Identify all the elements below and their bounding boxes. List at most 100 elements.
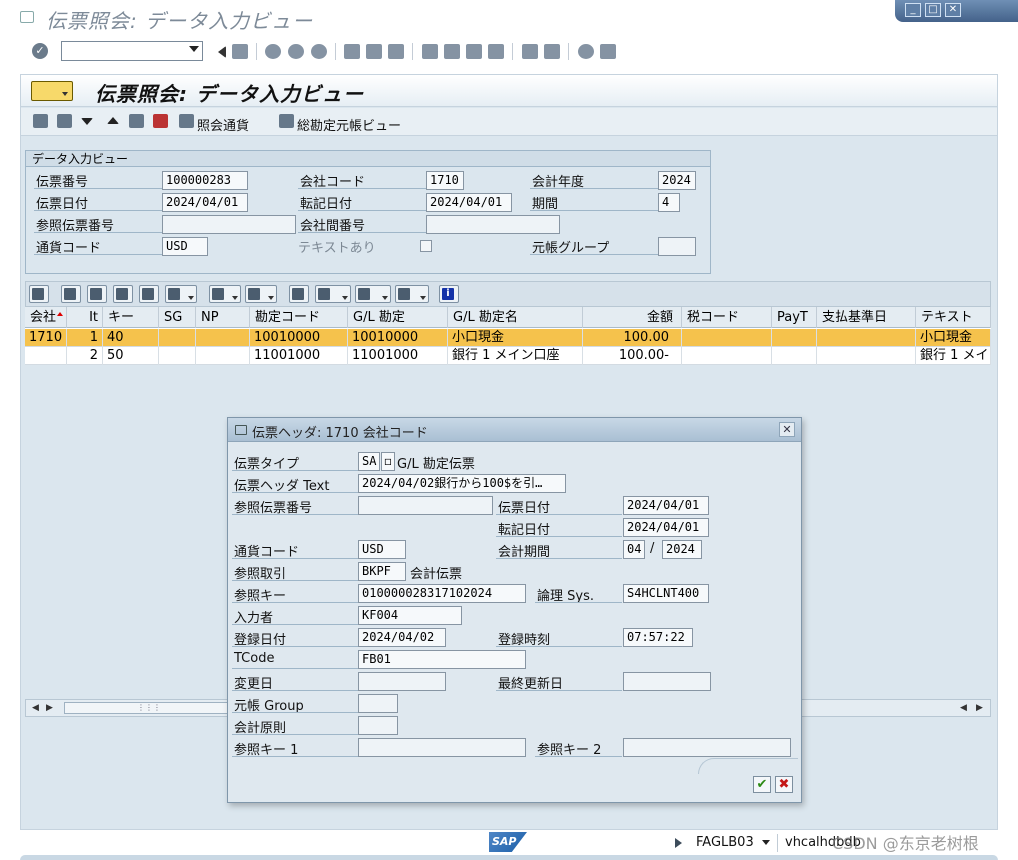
- np-cell[interactable]: [196, 329, 250, 347]
- gl-name-cell[interactable]: 小口現金: [448, 329, 583, 347]
- find-next-icon[interactable]: [139, 285, 159, 303]
- column-header[interactable]: 金額: [583, 307, 682, 328]
- find-icon[interactable]: [113, 285, 133, 303]
- window-menu-icon[interactable]: [20, 11, 34, 23]
- scroll-right-icon[interactable]: ▶: [46, 703, 53, 713]
- details-icon[interactable]: [29, 285, 49, 303]
- tax-code-cell[interactable]: [682, 329, 772, 347]
- base-date-cell[interactable]: [817, 329, 916, 347]
- period-field[interactable]: 4: [658, 193, 680, 212]
- column-header[interactable]: SG: [159, 307, 196, 328]
- back-arrow-icon[interactable]: [212, 46, 226, 58]
- chevron-down-icon[interactable]: [189, 46, 199, 52]
- print-preview-icon[interactable]: [289, 285, 309, 303]
- table-row[interactable]: 1710 1 40 10010000 10010000 小口現金 100.00 …: [25, 329, 991, 347]
- column-header[interactable]: 勘定コード: [250, 307, 348, 328]
- currency-field[interactable]: USD: [162, 237, 208, 256]
- ref-key-2-field[interactable]: [623, 738, 791, 757]
- sort-descending-icon[interactable]: [87, 285, 107, 303]
- subtotal-icon[interactable]: [245, 285, 277, 303]
- previous-item-icon[interactable]: [107, 117, 119, 124]
- tax-code-cell[interactable]: [682, 347, 772, 365]
- text-cell[interactable]: 銀行 1 メイン: [916, 347, 991, 365]
- scroll-left-icon[interactable]: ◀: [960, 703, 967, 713]
- help-icon[interactable]: [578, 44, 594, 59]
- entry-time-field[interactable]: 07:57:22: [623, 628, 693, 647]
- posting-key-cell[interactable]: 40: [103, 329, 159, 347]
- minimize-icon[interactable]: _: [905, 3, 921, 17]
- ref-doc-field[interactable]: [162, 215, 296, 234]
- ref-key-field[interactable]: 010000028317102024: [358, 584, 526, 603]
- cancel-icon[interactable]: [311, 44, 327, 59]
- period-field[interactable]: 04: [623, 540, 645, 559]
- ref-key-1-field[interactable]: [358, 738, 526, 757]
- close-icon[interactable]: ✕: [779, 422, 795, 437]
- cancel-button[interactable]: ✖: [775, 776, 793, 793]
- accounting-principle-field[interactable]: [358, 716, 398, 735]
- scrollbar-thumb[interactable]: ⋮⋮⋮: [64, 702, 234, 714]
- column-header[interactable]: NP: [196, 307, 250, 328]
- next-item-icon[interactable]: [81, 118, 93, 125]
- chevron-down-icon[interactable]: [762, 840, 770, 845]
- payt-cell[interactable]: [772, 347, 817, 365]
- column-header[interactable]: 支払基準日: [817, 307, 916, 328]
- general-ledger-view-button[interactable]: 総勘定元帳ビュー: [297, 115, 401, 134]
- column-header[interactable]: キー: [103, 307, 159, 328]
- ledger-group-field[interactable]: [358, 694, 398, 713]
- confirm-button[interactable]: ✔: [753, 776, 771, 793]
- tcode-field[interactable]: FB01: [358, 650, 526, 669]
- column-header[interactable]: PayT: [772, 307, 817, 328]
- new-session-icon[interactable]: [522, 44, 538, 59]
- scroll-right-icon[interactable]: ▶: [976, 703, 983, 713]
- amount-cell[interactable]: 100.00-: [583, 347, 682, 365]
- enter-icon[interactable]: ✓: [32, 43, 48, 59]
- changed-on-field[interactable]: [358, 672, 446, 691]
- account-cell[interactable]: 11001000: [250, 347, 348, 365]
- column-header[interactable]: G/L 勘定名: [448, 307, 583, 328]
- sg-cell[interactable]: [159, 329, 196, 347]
- search-help-icon[interactable]: ◻: [381, 452, 395, 471]
- export-icon[interactable]: [355, 285, 391, 303]
- command-field[interactable]: [61, 41, 203, 61]
- next-page-icon[interactable]: [466, 44, 482, 59]
- column-header[interactable]: テキスト: [916, 307, 991, 328]
- display-currency-button[interactable]: 照会通貨: [197, 115, 249, 134]
- general-ledger-icon[interactable]: [279, 114, 294, 128]
- gl-name-cell[interactable]: 銀行 1 メイン口座: [448, 347, 583, 365]
- menu-button[interactable]: [31, 81, 73, 101]
- posting-date-field[interactable]: 2024/04/01: [426, 193, 512, 212]
- item-cell[interactable]: 1: [67, 329, 103, 347]
- header-text-field[interactable]: 2024/04/02銀行から100$を引…: [358, 474, 566, 493]
- np-cell[interactable]: [196, 347, 250, 365]
- close-icon[interactable]: ✕: [945, 3, 961, 17]
- fiscal-year-field[interactable]: 2024: [658, 171, 696, 190]
- doc-number-field[interactable]: 100000283: [162, 171, 248, 190]
- table-row[interactable]: 2 50 11001000 11001000 銀行 1 メイン口座 100.00…: [25, 347, 991, 365]
- sg-cell[interactable]: [159, 347, 196, 365]
- filter-icon[interactable]: [165, 285, 197, 303]
- column-header[interactable]: 税コード: [682, 307, 772, 328]
- maximize-icon[interactable]: □: [925, 3, 941, 17]
- views-icon[interactable]: [315, 285, 351, 303]
- last-page-icon[interactable]: [488, 44, 504, 59]
- doc-date-field[interactable]: 2024/04/01: [162, 193, 248, 212]
- posting-date-field[interactable]: 2024/04/01: [623, 518, 709, 537]
- ref-transaction-field[interactable]: BKPF: [358, 562, 406, 581]
- doc-date-field[interactable]: 2024/04/01: [623, 496, 709, 515]
- base-date-cell[interactable]: [817, 347, 916, 365]
- company-cell[interactable]: 1710: [25, 329, 67, 347]
- intercompany-field[interactable]: [426, 215, 560, 234]
- last-update-field[interactable]: [623, 672, 711, 691]
- document-header-icon[interactable]: [153, 114, 168, 128]
- entered-by-field[interactable]: KF004: [358, 606, 462, 625]
- amount-cell[interactable]: 100.00: [583, 329, 682, 347]
- find-next-icon[interactable]: [388, 44, 404, 59]
- exit-icon[interactable]: [288, 44, 304, 59]
- doc-type-field[interactable]: SA: [358, 452, 380, 471]
- save-icon[interactable]: [232, 44, 248, 59]
- column-header[interactable]: G/L 勘定: [348, 307, 448, 328]
- text-cell[interactable]: 小口現金: [916, 329, 991, 347]
- company-code-field[interactable]: 1710: [426, 171, 464, 190]
- column-header[interactable]: It: [67, 307, 103, 328]
- fiscal-year-field[interactable]: 2024: [662, 540, 702, 559]
